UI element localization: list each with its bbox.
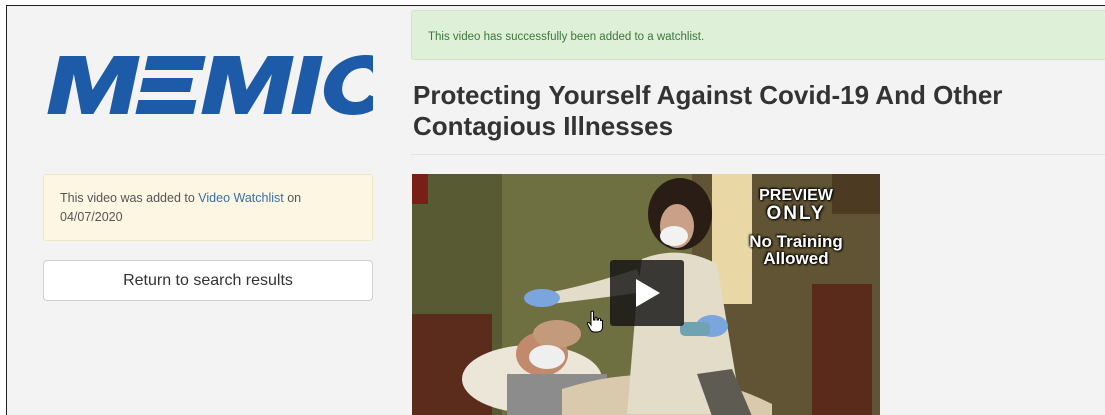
hand-cursor-icon	[586, 310, 603, 333]
play-icon	[636, 279, 660, 307]
notice-text-prefix: This video was added to	[60, 191, 199, 205]
preview-overlay: PREVIEW ONLY No Training Allowed	[736, 187, 856, 268]
memic-logo-image	[47, 55, 373, 115]
overlay-line2: ONLY	[766, 203, 826, 224]
page-frame: This video was added to Video Watchlist …	[6, 5, 1105, 415]
divider	[411, 154, 1105, 155]
overlay-line3: No Training	[749, 232, 843, 251]
overlay-line1: PREVIEW	[759, 187, 833, 204]
video-player[interactable]: PREVIEW ONLY No Training Allowed	[412, 174, 880, 415]
notice-date: 04/07/2020	[60, 210, 123, 224]
return-to-search-button[interactable]: Return to search results	[43, 260, 373, 301]
success-alert: This video has successfully been added t…	[411, 10, 1105, 60]
video-title: Protecting Yourself Against Covid-19 And…	[413, 80, 1003, 141]
overlay-line4: Allowed	[763, 249, 829, 268]
video-watchlist-link[interactable]: Video Watchlist	[198, 191, 283, 205]
memic-logo[interactable]	[43, 50, 373, 120]
play-button[interactable]	[610, 260, 684, 326]
watchlist-notice: This video was added to Video Watchlist …	[43, 174, 373, 241]
notice-text-suffix: on	[283, 191, 302, 205]
